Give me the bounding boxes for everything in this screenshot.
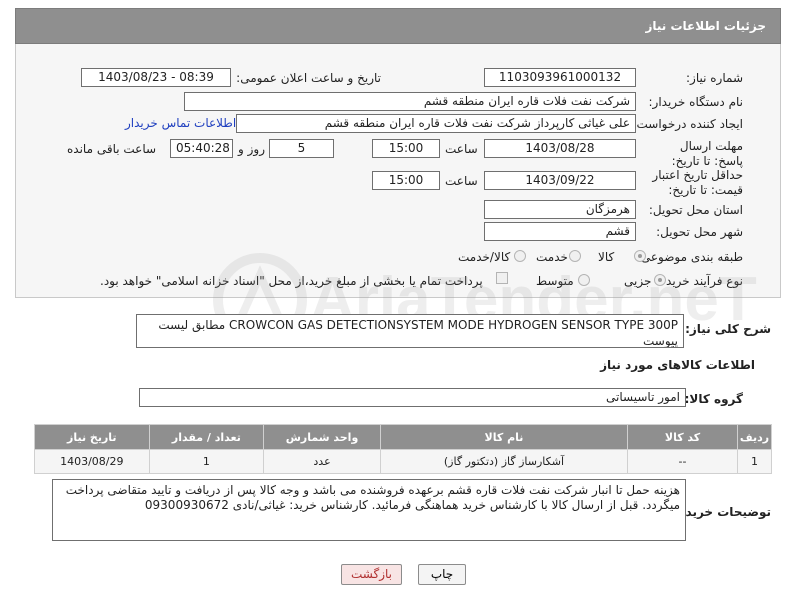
buyer-notes-text: هزینه حمل تا انبار شرکت نفت فلات قاره قش… <box>65 483 680 512</box>
cell-code: -- <box>626 449 739 474</box>
price-validity-label: حداقل تاریخ اعتبار قیمت: تا تاریخ: <box>652 168 743 197</box>
category-option-service: خدمت <box>536 250 568 264</box>
city-label: شهر محل تحویل: <box>656 225 743 239</box>
category-option-goods-service: کالا/خدمت <box>458 250 511 264</box>
province-field: هرمزگان <box>484 200 636 219</box>
goods-info-heading: اطلاعات کالاهای مورد نیاز <box>600 358 755 372</box>
header-bar: جزئیات اطلاعات نیاز <box>15 8 781 44</box>
col-qty: تعداد / مقدار <box>148 424 265 450</box>
page-title: جزئیات اطلاعات نیاز <box>645 19 766 33</box>
col-row: ردیف <box>737 424 772 450</box>
col-date: تاریخ نیاز <box>34 424 150 450</box>
col-code: کد کالا <box>626 424 739 450</box>
remaining-time-field: 05:40:28 <box>170 139 233 158</box>
treasury-note: پرداخت تمام یا بخشی از مبلغ خرید،از محل … <box>100 274 483 288</box>
buyer-org-label: نام دستگاه خریدار: <box>648 95 744 109</box>
cell-row: 1 <box>737 449 772 474</box>
back-button[interactable]: بازگشت <box>341 564 402 585</box>
validity-hour-label: ساعت <box>445 174 478 188</box>
goods-group-field: امور تاسیساتی <box>139 388 686 407</box>
process-option-medium: متوسط <box>536 274 574 288</box>
buyer-org-field: شرکت نفت فلات قاره ایران منطقه قشم <box>184 92 636 111</box>
reply-hour-field: 15:00 <box>372 139 440 158</box>
reply-days-field: 5 <box>269 139 334 158</box>
buyer-notes-field: هزینه حمل تا انبار شرکت نفت فلات قاره قش… <box>52 479 686 541</box>
city-field: قشم <box>484 222 636 241</box>
requester-field: علی غیاثی کارپرداز شرکت نفت فلات قاره ای… <box>236 114 636 133</box>
province-label: استان محل تحویل: <box>648 203 743 217</box>
table-row: 1 -- آشکارساز گاز (دتکتور گاز) عدد 1 140… <box>34 449 772 474</box>
need-number-label: شماره نیاز: <box>686 71 743 85</box>
general-desc-field: CROWCON GAS DETECTIONSYSTEM MODE HYDROGE… <box>136 314 684 348</box>
goods-group-label: گروه کالا: <box>684 392 743 406</box>
cell-unit: عدد <box>263 449 381 474</box>
process-type-label: نوع فرآیند خرید : <box>658 274 743 288</box>
col-unit: واحد شمارش <box>263 424 381 450</box>
print-button[interactable]: چاپ <box>418 564 466 585</box>
need-number-field: 1103093961000132 <box>484 68 636 87</box>
category-label: طبقه بندی موضوعی: <box>636 250 743 264</box>
announce-datetime-label: تاریخ و ساعت اعلان عمومی: <box>236 71 381 85</box>
process-radio-minor[interactable] <box>654 274 666 286</box>
category-radio-service[interactable] <box>569 250 581 262</box>
goods-table-header: ردیف کد کالا نام کالا واحد شمارش تعداد /… <box>34 424 772 450</box>
cell-name: آشکارساز گاز (دتکتور گاز) <box>379 449 629 474</box>
cell-qty: 1 <box>148 449 265 474</box>
cell-date: 1403/08/29 <box>34 449 150 474</box>
reply-deadline-label: مهلت ارسال پاسخ: تا تاریخ: <box>671 139 743 168</box>
reply-hour-label: ساعت <box>445 142 478 156</box>
validity-hour-field: 15:00 <box>372 171 440 190</box>
category-radio-goods[interactable] <box>634 250 646 262</box>
treasury-checkbox[interactable] <box>496 272 508 284</box>
buyer-contact-link[interactable]: اطلاعات تماس خریدار <box>125 116 236 130</box>
category-radio-goods-service[interactable] <box>514 250 526 262</box>
validity-date-field: 1403/09/22 <box>484 171 636 190</box>
announce-datetime-field: 1403/08/23 - 08:39 <box>81 68 231 87</box>
process-radio-medium[interactable] <box>578 274 590 286</box>
remaining-label: ساعت باقی مانده <box>67 142 157 156</box>
process-option-minor: جزیی <box>624 274 652 288</box>
requester-label: ایجاد کننده درخواست: <box>632 117 743 131</box>
day-and-label: روز و <box>238 142 265 156</box>
goods-table: ردیف کد کالا نام کالا واحد شمارش تعداد /… <box>34 424 772 474</box>
general-desc-text: CROWCON GAS DETECTIONSYSTEM MODE HYDROGE… <box>158 318 678 348</box>
reply-date-field: 1403/08/28 <box>484 139 636 158</box>
col-name: نام کالا <box>379 424 629 450</box>
general-desc-label: شرح کلی نیاز: <box>685 322 771 336</box>
category-option-goods: کالا <box>598 250 615 264</box>
